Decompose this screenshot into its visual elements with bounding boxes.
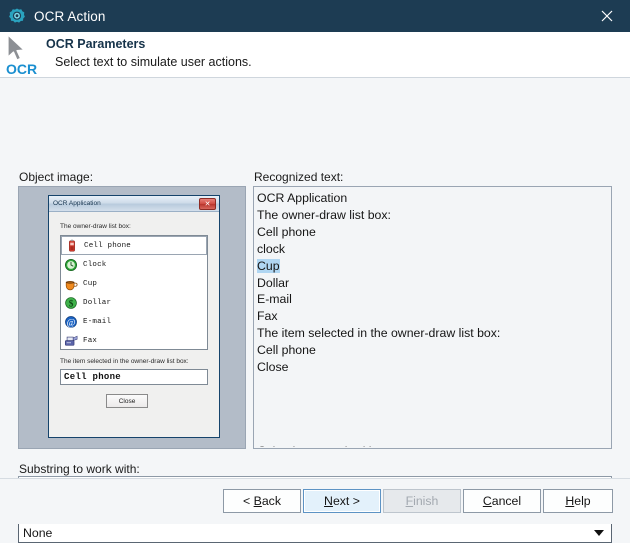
finish-button-label: Finish — [406, 494, 439, 508]
recognized-line-text: Cell phone — [257, 343, 316, 357]
recognized-line[interactable]: The owner-draw list box: — [257, 207, 611, 224]
captured-app-window: OCR Application ✕ The owner-draw list bo… — [48, 195, 220, 438]
next-button[interactable]: Next > — [303, 489, 381, 513]
captured-listbox-label: The owner-draw list box: — [60, 223, 131, 230]
recognized-line[interactable]: OCR Application — [257, 190, 611, 207]
captured-selected-label: The item selected in the owner-draw list… — [60, 358, 189, 365]
cancel-button-label: Cancel — [483, 494, 521, 508]
recognized-line-text: The owner-draw list box: — [257, 208, 391, 222]
recognized-line-text: Cell phone — [257, 225, 316, 239]
next-button-label: Next > — [324, 494, 360, 508]
captured-window-body: The owner-draw list box: Cell phone — [49, 212, 219, 438]
recognized-text-box[interactable]: OCR Application The owner-draw list box:… — [253, 186, 612, 449]
cursor-arrow-icon: OCR — [4, 33, 44, 77]
object-image-preview[interactable]: OCR Application ✕ The owner-draw list bo… — [18, 186, 246, 449]
recognized-line[interactable]: Close — [257, 359, 611, 376]
recognized-line-text: clock — [257, 242, 285, 256]
back-button[interactable]: < Back — [223, 489, 301, 513]
list-item-label: Clock — [83, 261, 107, 269]
list-item-label: Cup — [83, 280, 97, 288]
recognized-line[interactable]: Cell phone — [257, 224, 611, 241]
recognized-line[interactable]: E-mail — [257, 291, 611, 308]
recognized-line-text: Dollar — [257, 276, 289, 290]
wizard-header: OCR OCR Parameters Select text to simula… — [0, 32, 630, 78]
recognized-clipped-line: Substring to work with — [258, 443, 375, 447]
list-item: @ E-mail — [61, 312, 207, 331]
cup-icon — [64, 277, 78, 291]
captured-close-button: Close — [106, 394, 148, 408]
recognized-line-text: The item selected in the owner-draw list… — [257, 326, 500, 340]
help-button-label: Help — [565, 494, 590, 508]
substring-label: Substring to work with: — [19, 462, 140, 476]
object-image-label: Object image: — [19, 170, 93, 184]
recognized-line-text: E-mail — [257, 292, 292, 306]
page-subtitle: Select text to simulate user actions. — [46, 52, 252, 70]
captured-window-title: OCR Application — [53, 200, 101, 207]
list-item: $ Dollar — [61, 293, 207, 312]
ocr-logo: OCR — [0, 32, 46, 77]
back-button-label: < Back — [243, 494, 281, 508]
recognized-line-text: Cup — [257, 259, 280, 273]
captured-listbox: Cell phone Clock — [60, 235, 208, 350]
captured-close-icon: ✕ — [199, 198, 216, 210]
list-item: Cell phone — [61, 236, 207, 255]
dialog-footer: < Back Next > Finish Cancel Help — [0, 478, 630, 524]
captured-selected-field: Cell phone — [60, 369, 208, 385]
recognized-line[interactable]: Cell phone — [257, 342, 611, 359]
recognized-text-label: Recognized text: — [254, 170, 343, 184]
captured-selected-value: Cell phone — [64, 372, 121, 382]
recognized-line[interactable]: The item selected in the owner-draw list… — [257, 325, 611, 342]
recognized-line-selected[interactable]: Cup — [257, 258, 611, 275]
window-title: OCR Action — [34, 9, 106, 24]
recognized-line-text: Close — [257, 360, 288, 374]
ocr-badge-icon — [9, 8, 25, 24]
page-title: OCR Parameters — [46, 36, 252, 52]
svg-text:@: @ — [67, 317, 76, 328]
recognized-line[interactable]: clock — [257, 241, 611, 258]
list-item-label: Dollar — [83, 299, 111, 307]
preferences-select[interactable]: None — [18, 523, 612, 543]
recognized-line[interactable]: Dollar — [257, 275, 611, 292]
captured-window-titlebar: OCR Application ✕ — [49, 196, 219, 212]
clock-icon — [64, 258, 78, 272]
dollar-icon: $ — [64, 296, 78, 310]
preferences-value: None — [23, 526, 52, 540]
close-icon — [601, 10, 613, 22]
chevron-down-icon[interactable] — [594, 524, 604, 542]
cell-phone-icon — [65, 239, 79, 253]
email-at-icon: @ — [64, 315, 78, 329]
list-item-label: E-mail — [83, 318, 111, 326]
finish-button: Finish — [383, 489, 461, 513]
close-window-button[interactable] — [584, 0, 630, 32]
fax-icon — [64, 334, 78, 348]
window-titlebar: OCR Action — [0, 0, 630, 32]
dialog-body: Object image: OCR Application ✕ The owne… — [0, 78, 630, 525]
svg-text:OCR: OCR — [6, 61, 37, 77]
svg-text:$: $ — [69, 298, 74, 308]
list-item-label: Cell phone — [84, 242, 131, 250]
list-item: Fax — [61, 331, 207, 350]
help-button[interactable]: Help — [543, 489, 613, 513]
list-item: Clock — [61, 255, 207, 274]
recognized-line[interactable]: Fax — [257, 308, 611, 325]
cancel-button[interactable]: Cancel — [463, 489, 541, 513]
list-item-label: Fax — [83, 337, 97, 345]
list-item: Cup — [61, 274, 207, 293]
recognized-line-text: OCR Application — [257, 191, 347, 205]
recognized-line-text: Fax — [257, 309, 278, 323]
